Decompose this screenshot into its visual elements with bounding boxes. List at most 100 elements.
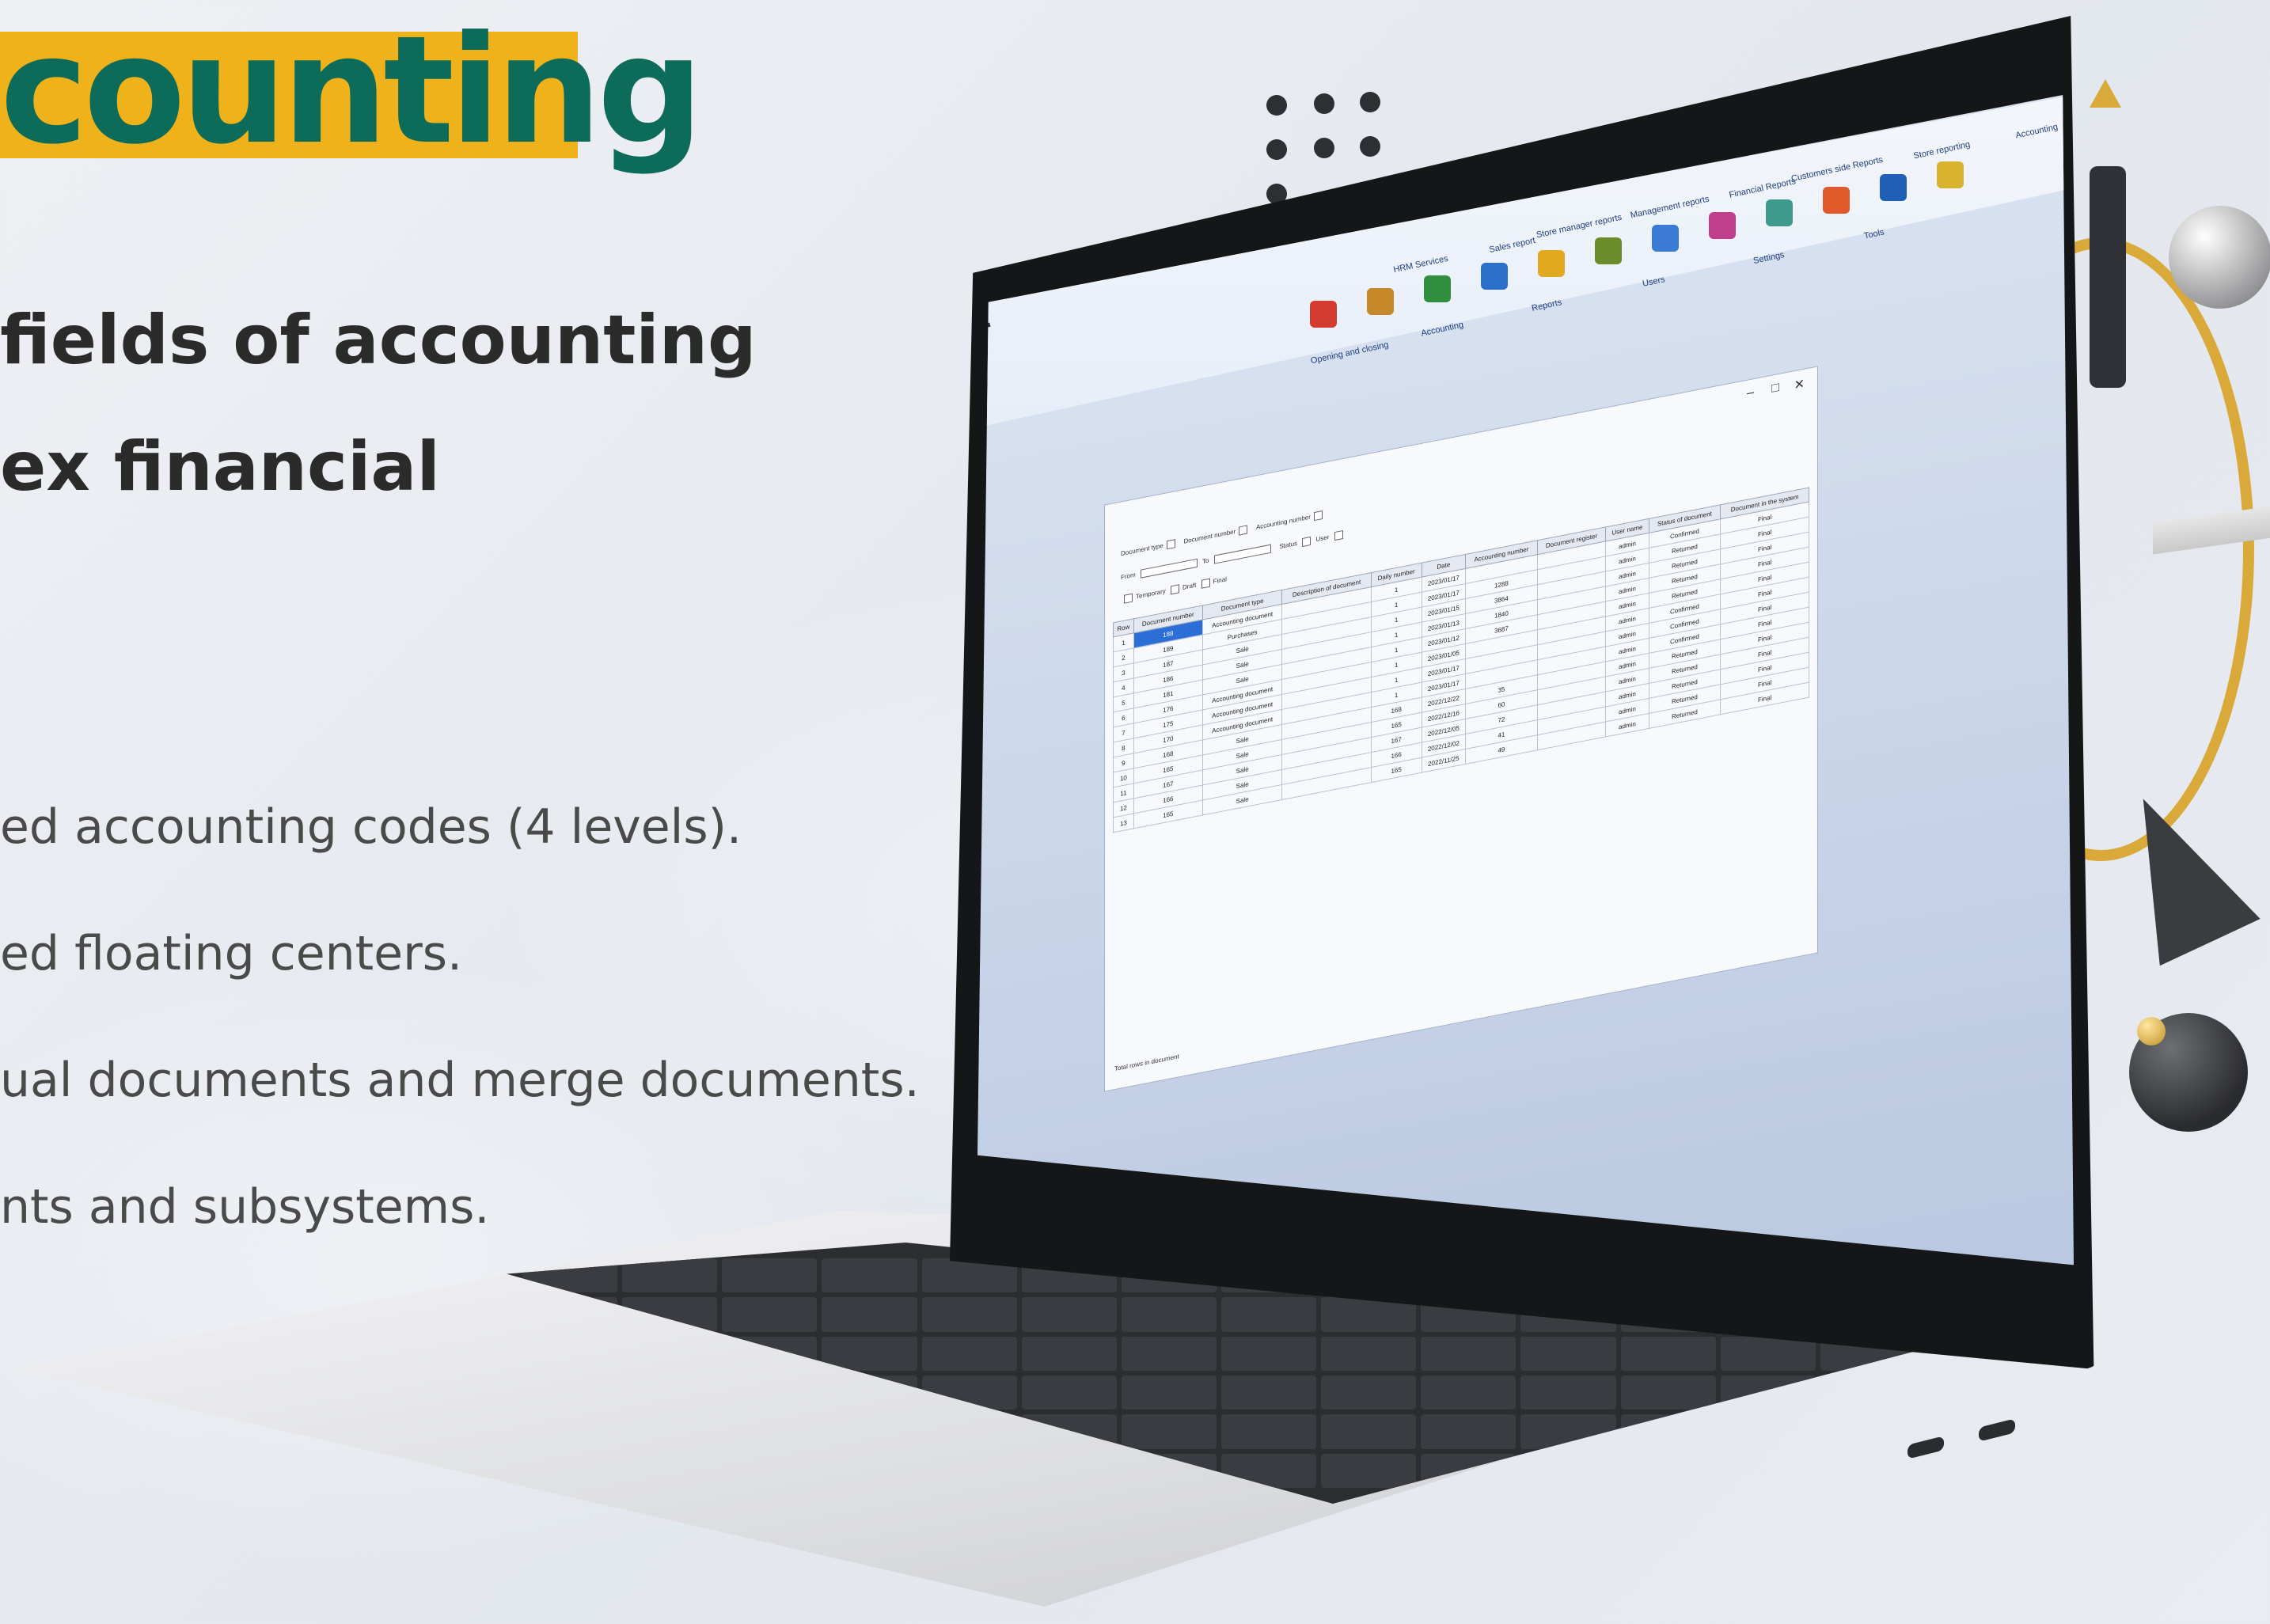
dot [1314,138,1334,158]
keyboard-key [1620,1414,1716,1449]
feature-item: nts and subsystems. [0,1179,490,1235]
to-label: To [1201,556,1209,566]
keyboard-key [1221,1297,1317,1332]
ribbon-tool-icon[interactable] [1652,225,1679,252]
keyboard-key [1720,1414,1816,1449]
table-cell: 13 [1113,813,1134,833]
keyboard-key [1720,1375,1816,1410]
to-date-field[interactable] [1213,544,1271,564]
keyboard-key [1620,1375,1716,1410]
ribbon-tool-icon[interactable] [1823,187,1850,214]
maximize-icon[interactable]: □ [1771,381,1779,397]
ribbon-tool-icon[interactable] [1310,301,1337,328]
keyboard-key [1021,1336,1117,1371]
keyboard-key [1121,1414,1217,1449]
accounting-number-checkbox[interactable] [1313,510,1323,522]
keyboard-key [1121,1297,1217,1332]
keyboard-key [822,1258,917,1293]
keyboard-key [921,1336,1017,1371]
ribbon-tool-icon[interactable] [1424,275,1451,302]
usb-c-port [1979,1418,2015,1442]
feature-item: ual documents and merge documents. [0,1053,920,1108]
ribbon-tool-icon[interactable] [1766,199,1793,226]
filter-doc-type: Document type Document number Accounting… [1121,510,1326,558]
draft-label: Draft [1182,581,1197,592]
keyboard-key [1221,1414,1317,1449]
keyboard-key [722,1258,818,1293]
doc-number-checkbox[interactable] [1239,525,1248,536]
user-label: User [1315,533,1330,544]
keyboard-key [1720,1336,1816,1371]
gold-triangle-shape [2090,79,2121,108]
ribbon-tool-icon[interactable] [1538,250,1565,277]
filter-label: Document number [1183,527,1236,545]
keyboard-key [1121,1375,1217,1410]
usb-c-port [1907,1436,1944,1459]
status-bar-text: Total rows in document [1114,1053,1179,1073]
final-label: Final [1213,575,1227,586]
keyboard-key [1520,1414,1616,1449]
dot [1360,136,1380,157]
gold-small-sphere-shape [2137,1017,2166,1045]
ribbon-tool-icon[interactable] [1595,237,1622,264]
ribbon-tool-icon[interactable] [1367,288,1394,315]
subtitle-line-1: fields of accounting [0,301,757,380]
dot [1314,93,1334,114]
laptop-screen: ■ AccountingStore reportingCustomers sid… [977,95,2074,1265]
subtitle-line-2: ex financial [0,427,440,507]
filter-label: Document type [1121,541,1163,558]
keyboard-key [1820,1453,1915,1488]
feature-item: ed accounting codes (4 levels). [0,799,742,855]
status-label: Status [1279,539,1298,551]
dark-post-shape [2090,166,2126,388]
keyboard-key [1021,1375,1117,1410]
ribbon-tool-icon[interactable] [1709,212,1736,239]
document-list-window: – □ ✕ Document type Document number Acco… [1104,366,1818,1092]
keyboard-key [1421,1375,1516,1410]
keyboard-key [1021,1297,1117,1332]
keyboard-key [1321,1336,1417,1371]
keyboard-key [1421,1336,1516,1371]
ribbon-tool-icon[interactable] [1481,263,1508,290]
keyboard-key [1720,1453,1816,1488]
keyboard-key [722,1297,818,1332]
keyboard-key [1321,1414,1417,1449]
feature-item: ed floating centers. [0,926,463,981]
filter-range: From To Status User [1121,529,1346,582]
dot [1266,95,1287,116]
keyboard-key [1520,1375,1616,1410]
close-icon[interactable]: ✕ [1794,376,1805,394]
keyboard-key [1820,1414,1915,1449]
from-label: From [1121,571,1136,582]
final-radio[interactable] [1201,578,1210,589]
from-date-field[interactable] [1140,558,1198,579]
temporary-radio[interactable] [1124,593,1133,604]
silver-sphere-shape [2169,206,2270,309]
minimize-icon[interactable]: – [1747,385,1754,401]
keyboard-key [1820,1375,1915,1410]
ribbon-tool-icon[interactable] [1937,161,1964,188]
filter-label: Accounting number [1255,513,1311,531]
keyboard-key [1520,1453,1616,1488]
user-checkbox[interactable] [1334,530,1343,541]
doc-type-checkbox[interactable] [1166,539,1175,550]
keyboard-key [1620,1336,1716,1371]
keyboard-key [1620,1453,1716,1488]
keyboard-key [1421,1414,1516,1449]
page-title: counting [0,4,704,177]
keyboard-key [1221,1375,1317,1410]
draft-radio[interactable] [1171,584,1180,595]
keyboard-key [1520,1336,1616,1371]
dot [1266,139,1287,160]
keyboard-key [1321,1375,1417,1410]
dot [1360,92,1380,112]
keyboard-key [1321,1453,1417,1488]
keyboard-key [822,1297,917,1332]
keyboard-key [921,1297,1017,1332]
temporary-label: Temporary [1136,587,1166,601]
keyboard-key [1221,1336,1317,1371]
filter-state: Temporary Draft Final [1121,575,1227,605]
ribbon-tool-icon[interactable] [1880,174,1907,201]
status-checkbox[interactable] [1302,536,1312,548]
keyboard-key [1121,1336,1217,1371]
